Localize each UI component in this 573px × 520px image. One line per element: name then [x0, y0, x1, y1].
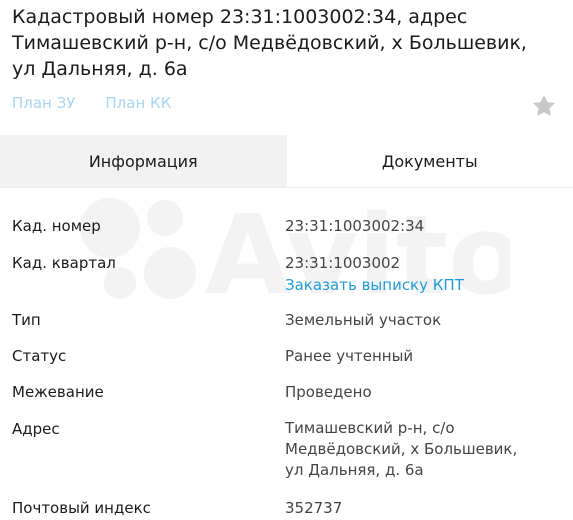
kad-number-value: 23:31:1003002:34 — [285, 217, 425, 235]
kad-quarter-value-group: 23:31:1003002 Заказать выписку КПТ — [285, 254, 555, 294]
kad-number-label: Кад. номер — [12, 217, 101, 235]
tab-bar: Информация Документы — [0, 135, 573, 188]
plan-links: План ЗУ План КК — [12, 94, 171, 112]
postal-label: Почтовый индекс — [12, 499, 151, 517]
tab-info[interactable]: Информация — [0, 135, 287, 187]
address-line: ул Дальняя, д. 6а — [285, 461, 424, 479]
tab-documents[interactable]: Документы — [286, 135, 573, 187]
kad-quarter-label: Кад. квартал — [12, 254, 116, 272]
order-kpt-link[interactable]: Заказать выписку КПТ — [285, 276, 555, 294]
plan-kk-link[interactable]: План КК — [105, 94, 171, 112]
kad-quarter-value: 23:31:1003002 — [285, 254, 401, 272]
survey-label: Межевание — [12, 383, 104, 401]
address-label: Адрес — [12, 420, 60, 438]
star-icon[interactable] — [530, 92, 558, 120]
page-title: Кадастровый номер 23:31:1003002:34, адре… — [12, 6, 527, 80]
type-label: Тип — [12, 311, 41, 329]
address-value: Тимашевский р-н, с/о Медвёдовский, х Бол… — [285, 418, 555, 481]
status-value: Ранее учтенный — [285, 347, 414, 365]
address-line: Тимашевский р-н, с/о — [285, 419, 455, 437]
address-line: Медвёдовский, х Большевик, — [285, 440, 518, 458]
survey-value: Проведено — [285, 383, 372, 401]
postal-value: 352737 — [285, 499, 343, 517]
plan-zu-link[interactable]: План ЗУ — [12, 94, 75, 112]
status-label: Статус — [12, 347, 67, 365]
avito-watermark: Avito — [80, 191, 510, 318]
type-value: Земельный участок — [285, 311, 442, 329]
